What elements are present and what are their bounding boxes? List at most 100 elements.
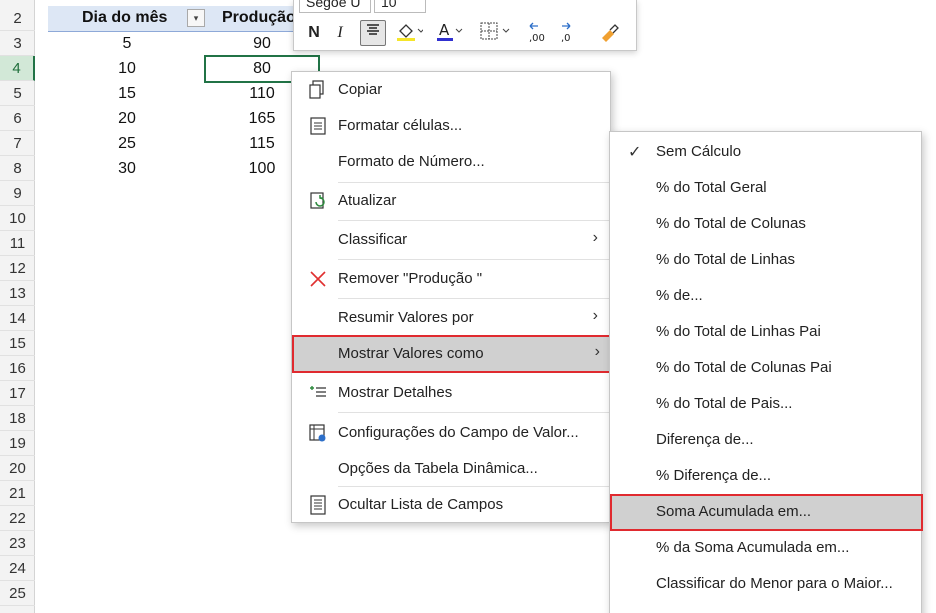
pivot-day-cell[interactable]: 25 [97, 135, 157, 153]
row-header-active[interactable]: 4 [0, 56, 35, 81]
pivot-day-cell[interactable]: 15 [97, 85, 157, 103]
pivot-day-cell[interactable]: 5 [97, 35, 157, 53]
row-header[interactable]: 14 [0, 306, 35, 331]
menu-separator [338, 259, 610, 260]
submenu-item-label: % de... [656, 287, 703, 304]
row-header[interactable]: 20 [0, 456, 35, 481]
row-header[interactable]: 24 [0, 556, 35, 581]
pivot-day-cell[interactable]: 10 [97, 60, 157, 78]
submenu-item-pct-parent-column-total[interactable]: % do Total de Colunas Pai [610, 350, 921, 384]
increase-decimal-icon[interactable]: ,00 [526, 20, 554, 46]
submenu-item-pct-difference-from[interactable]: % Diferença de... [610, 458, 921, 492]
row-header[interactable]: 11 [0, 231, 35, 256]
menu-item-summarize-values[interactable]: Resumir Valores por › [292, 300, 610, 336]
fill-color-icon[interactable] [394, 20, 425, 46]
checkmark-icon: ✓ [628, 144, 642, 161]
chevron-right-icon: › [594, 343, 600, 360]
menu-item-label: Opções da Tabela Dinâmica... [338, 460, 538, 477]
menu-item-label: Formatar células... [338, 117, 463, 134]
row-header[interactable]: 16 [0, 356, 35, 381]
menu-item-remove-field[interactable]: Remover "Produção " [292, 261, 610, 297]
row-header[interactable]: 22 [0, 506, 35, 531]
context-menu: Copiar Formatar células... Formato de Nú… [291, 71, 612, 523]
row-header[interactable]: 8 [0, 156, 35, 181]
menu-item-refresh[interactable]: Atualizar [292, 183, 610, 219]
pivot-header-day[interactable]: Dia do mês [82, 9, 167, 27]
submenu-item-pct-of[interactable]: % de... [610, 278, 921, 312]
pivot-day-cell[interactable]: 20 [97, 110, 157, 128]
show-details-icon [308, 382, 328, 404]
menu-item-label: Copiar [338, 81, 383, 98]
menu-item-sort[interactable]: Classificar › [292, 222, 610, 258]
menu-item-label: Resumir Valores por [338, 309, 474, 326]
bold-button[interactable]: N [304, 20, 324, 46]
center-align-icon[interactable] [360, 20, 386, 46]
pivot-prod-cell[interactable]: 100 [232, 160, 292, 178]
menu-item-number-format[interactable]: Formato de Número... [292, 144, 610, 180]
row-header[interactable]: 17 [0, 381, 35, 406]
row-header[interactable]: 18 [0, 406, 35, 431]
submenu-item-label: % da Soma Acumulada em... [656, 539, 850, 556]
submenu-item-pct-row-total[interactable]: % do Total de Linhas [610, 242, 921, 276]
submenu-item-label: % do Total de Colunas Pai [656, 359, 832, 376]
submenu-item-pct-parent-row-total[interactable]: % do Total de Linhas Pai [610, 314, 921, 348]
mini-toolbar: Segoe U 10 N I A ,00 ,0 [293, 0, 637, 51]
submenu-item-pct-parent-total[interactable]: % do Total de Pais... [610, 386, 921, 420]
borders-icon[interactable] [476, 20, 516, 46]
pivot-prod-cell[interactable]: 115 [232, 135, 292, 153]
font-size-box[interactable]: 10 [374, 0, 426, 13]
row-header[interactable]: 3 [0, 31, 35, 56]
refresh-icon [308, 190, 328, 212]
copy-icon [308, 79, 328, 101]
submenu-item-no-calculation[interactable]: ✓ Sem Cálculo [610, 134, 921, 168]
format-cells-icon [308, 115, 328, 137]
row-header[interactable]: 19 [0, 431, 35, 456]
menu-item-format-cells[interactable]: Formatar células... [292, 108, 610, 144]
submenu-item-pct-grand-total[interactable]: % do Total Geral [610, 170, 921, 204]
row-header[interactable]: 25 [0, 581, 35, 606]
menu-item-hide-field-list[interactable]: Ocultar Lista de Campos [292, 487, 610, 523]
row-header[interactable]: 15 [0, 331, 35, 356]
row-header[interactable]: 23 [0, 531, 35, 556]
submenu-item-label: Classificar do Menor para o Maior... [656, 575, 893, 592]
show-values-as-submenu: ✓ Sem Cálculo % do Total Geral % do Tota… [609, 131, 923, 613]
menu-item-show-values-as[interactable]: Mostrar Valores como › [292, 335, 612, 373]
row-header[interactable]: 10 [0, 206, 35, 231]
row-header[interactable]: 7 [0, 131, 35, 156]
submenu-item-running-total[interactable]: Soma Acumulada em... [610, 494, 923, 531]
pivot-prod-cell[interactable]: 165 [232, 110, 292, 128]
submenu-item-pct-running-total[interactable]: % da Soma Acumulada em... [610, 530, 921, 564]
font-color-icon[interactable]: A [434, 20, 464, 46]
row-header[interactable]: 6 [0, 106, 35, 131]
row-header[interactable]: 2 [0, 6, 35, 31]
row-header[interactable]: 5 [0, 81, 35, 106]
format-painter-icon[interactable] [594, 20, 624, 46]
font-name-box[interactable]: Segoe U [299, 0, 371, 13]
submenu-item-difference-from[interactable]: Diferença de... [610, 422, 921, 456]
menu-item-label: Configurações do Campo de Valor... [338, 424, 579, 441]
menu-item-value-field-settings[interactable]: Configurações do Campo de Valor... [292, 415, 610, 451]
decrease-decimal-icon[interactable]: ,0 [558, 20, 586, 46]
submenu-item-rank-smallest-largest[interactable]: Classificar do Menor para o Maior... [610, 566, 921, 600]
row-header[interactable]: 21 [0, 481, 35, 506]
menu-item-pivot-options[interactable]: Opções da Tabela Dinâmica... [292, 451, 610, 487]
filter-dropdown-icon[interactable]: ▾ [187, 9, 205, 27]
row-headers: 2 3 4 5 6 7 8 9 10 11 12 13 14 15 16 17 … [0, 0, 35, 613]
pivot-prod-cell[interactable]: 110 [232, 85, 292, 103]
row-header[interactable]: 13 [0, 281, 35, 306]
pivot-prod-cell[interactable]: 90 [232, 35, 292, 53]
italic-button[interactable]: I [332, 20, 348, 46]
menu-item-label: Mostrar Detalhes [338, 384, 453, 401]
field-settings-icon [308, 422, 328, 444]
row-header[interactable]: 12 [0, 256, 35, 281]
submenu-item-label: % do Total Geral [656, 179, 767, 196]
menu-item-show-details[interactable]: Mostrar Detalhes [292, 375, 610, 411]
row-header[interactable]: 9 [0, 181, 35, 206]
submenu-item-label: % Diferença de... [656, 467, 772, 484]
chevron-right-icon: › [592, 307, 598, 324]
pivot-header-production[interactable]: Produção [222, 9, 296, 27]
menu-item-copy[interactable]: Copiar [292, 72, 610, 108]
menu-item-label: Mostrar Valores como [338, 345, 484, 362]
submenu-item-pct-column-total[interactable]: % do Total de Colunas [610, 206, 921, 240]
pivot-day-cell[interactable]: 30 [97, 160, 157, 178]
